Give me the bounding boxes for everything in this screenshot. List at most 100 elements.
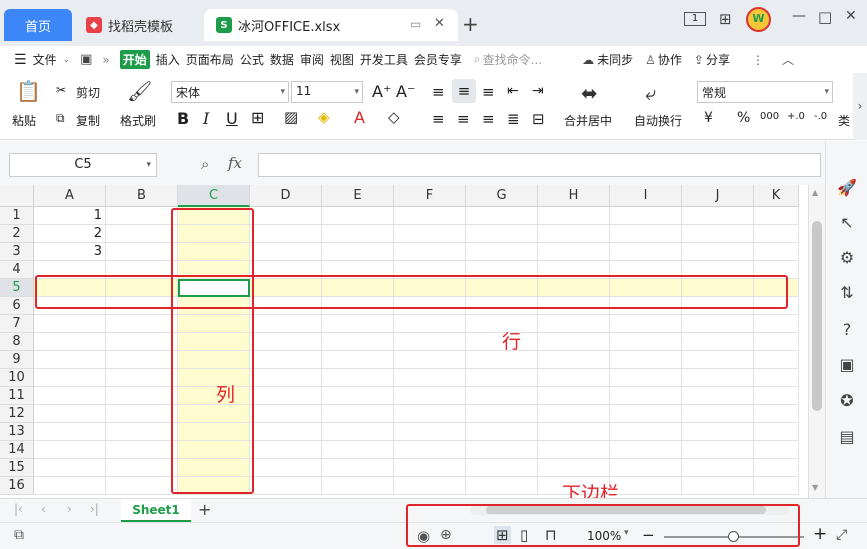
column-header-j[interactable]: J	[682, 185, 754, 207]
cell-E14[interactable]	[322, 441, 394, 459]
cell-H9[interactable]	[538, 351, 610, 369]
underline-icon[interactable]: U	[226, 109, 238, 128]
sort-icon[interactable]: ⇅	[836, 282, 858, 304]
new-tab-button[interactable]: +	[462, 12, 479, 36]
fill-color-icon[interactable]: ◈	[318, 108, 330, 126]
cell-I14[interactable]	[610, 441, 682, 459]
justify-icon[interactable]: ≣	[507, 110, 520, 128]
cell-H7[interactable]	[538, 315, 610, 333]
column-header-b[interactable]: B	[106, 185, 178, 207]
cell-B8[interactable]	[106, 333, 178, 351]
cell-K16[interactable]	[754, 477, 799, 495]
cell-I16[interactable]	[610, 477, 682, 495]
cell-K15[interactable]	[754, 459, 799, 477]
cell-A7[interactable]	[34, 315, 106, 333]
cell-F16[interactable]	[394, 477, 466, 495]
align-center-icon[interactable]: ≡	[457, 110, 470, 128]
cell-K8[interactable]	[754, 333, 799, 351]
percent-button[interactable]: %	[737, 110, 750, 126]
border-icon[interactable]: ⊞	[251, 108, 264, 127]
scroll-up-icon[interactable]: ▲	[812, 188, 818, 197]
cell-I8[interactable]	[610, 333, 682, 351]
menu-page-layout[interactable]: 页面布局	[186, 51, 234, 68]
cell-G15[interactable]	[466, 459, 538, 477]
cell-K9[interactable]	[754, 351, 799, 369]
collapse-ribbon-icon[interactable]: ︿	[782, 51, 794, 68]
cell-G14[interactable]	[466, 441, 538, 459]
cell-K10[interactable]	[754, 369, 799, 387]
cell-E7[interactable]	[322, 315, 394, 333]
view-count-badge[interactable]: 1	[684, 12, 706, 26]
cell-J16[interactable]	[682, 477, 754, 495]
row-header-7[interactable]: 7	[0, 315, 34, 333]
column-header-a[interactable]: A	[34, 185, 106, 207]
cell-F12[interactable]	[394, 405, 466, 423]
next-sheet-icon[interactable]: ›	[67, 502, 72, 516]
cell-F14[interactable]	[394, 441, 466, 459]
cell-G10[interactable]	[466, 369, 538, 387]
last-sheet-icon[interactable]: ›|	[90, 502, 99, 516]
paste-icon[interactable]: 📋	[16, 79, 41, 103]
cell-F1[interactable]	[394, 207, 466, 225]
cell-E8[interactable]	[322, 333, 394, 351]
more-options-icon[interactable]: ⋮	[752, 53, 764, 67]
cell-J3[interactable]	[682, 243, 754, 261]
cell-D3[interactable]	[250, 243, 322, 261]
cell-E2[interactable]	[322, 225, 394, 243]
cell-I3[interactable]	[610, 243, 682, 261]
cell-H10[interactable]	[538, 369, 610, 387]
fx-button[interactable]: fx	[228, 154, 242, 172]
align-left-icon[interactable]: ≡	[432, 110, 445, 128]
cell-G3[interactable]	[466, 243, 538, 261]
menu-member[interactable]: 会员专享	[414, 51, 462, 68]
cell-H8[interactable]	[538, 333, 610, 351]
paste-button[interactable]: 粘贴	[12, 112, 36, 129]
column-header-e[interactable]: E	[322, 185, 394, 207]
cell-I15[interactable]	[610, 459, 682, 477]
column-header-f[interactable]: F	[394, 185, 466, 207]
decrease-font-icon[interactable]: A⁻	[396, 82, 415, 101]
cell-E9[interactable]	[322, 351, 394, 369]
cell-G12[interactable]	[466, 405, 538, 423]
row-header-14[interactable]: 14	[0, 441, 34, 459]
row-header-5[interactable]: 5	[0, 279, 34, 297]
fill-pattern-icon[interactable]: ▨	[284, 108, 298, 126]
sheet-tab-sheet1[interactable]: Sheet1	[121, 499, 191, 522]
cell-A13[interactable]	[34, 423, 106, 441]
cell-A9[interactable]	[34, 351, 106, 369]
cell-A12[interactable]	[34, 405, 106, 423]
cell-E10[interactable]	[322, 369, 394, 387]
cell-B3[interactable]	[106, 243, 178, 261]
cell-A15[interactable]	[34, 459, 106, 477]
close-window-button[interactable]: ✕	[845, 8, 857, 24]
menu-start[interactable]: 开始	[119, 50, 150, 69]
more-menu-button[interactable]: »	[102, 53, 109, 67]
column-header-g[interactable]: G	[466, 185, 538, 207]
pin-icon[interactable]: ▭	[410, 17, 421, 31]
tab-templates[interactable]: ◆ 找稻壳模板	[76, 9, 198, 41]
column-header-c[interactable]: C	[178, 185, 250, 207]
cell-D1[interactable]	[250, 207, 322, 225]
cell-D2[interactable]	[250, 225, 322, 243]
align-middle-icon[interactable]: ≡	[452, 79, 476, 103]
cell-E12[interactable]	[322, 405, 394, 423]
currency-button[interactable]: ¥	[704, 110, 713, 126]
row-header-9[interactable]: 9	[0, 351, 34, 369]
cell-J7[interactable]	[682, 315, 754, 333]
italic-icon[interactable]: I	[203, 109, 209, 128]
ribbon-scroll-right-icon[interactable]: ›	[853, 73, 867, 140]
cell-E3[interactable]	[322, 243, 394, 261]
cell-A3[interactable]: 3	[34, 243, 106, 261]
menu-file[interactable]: 文件	[33, 51, 57, 68]
cell-F15[interactable]	[394, 459, 466, 477]
cell-D9[interactable]	[250, 351, 322, 369]
row-header-8[interactable]: 8	[0, 333, 34, 351]
cell-D16[interactable]	[250, 477, 322, 495]
cell-K3[interactable]	[754, 243, 799, 261]
vertical-scrollbar[interactable]: ▲ ▼	[808, 185, 825, 498]
menu-view[interactable]: 视图	[330, 51, 354, 68]
format-painter-icon[interactable]: 🖌	[127, 79, 152, 103]
cell-J11[interactable]	[682, 387, 754, 405]
cell-G1[interactable]	[466, 207, 538, 225]
screen-icon[interactable]: ⧉	[14, 527, 24, 543]
